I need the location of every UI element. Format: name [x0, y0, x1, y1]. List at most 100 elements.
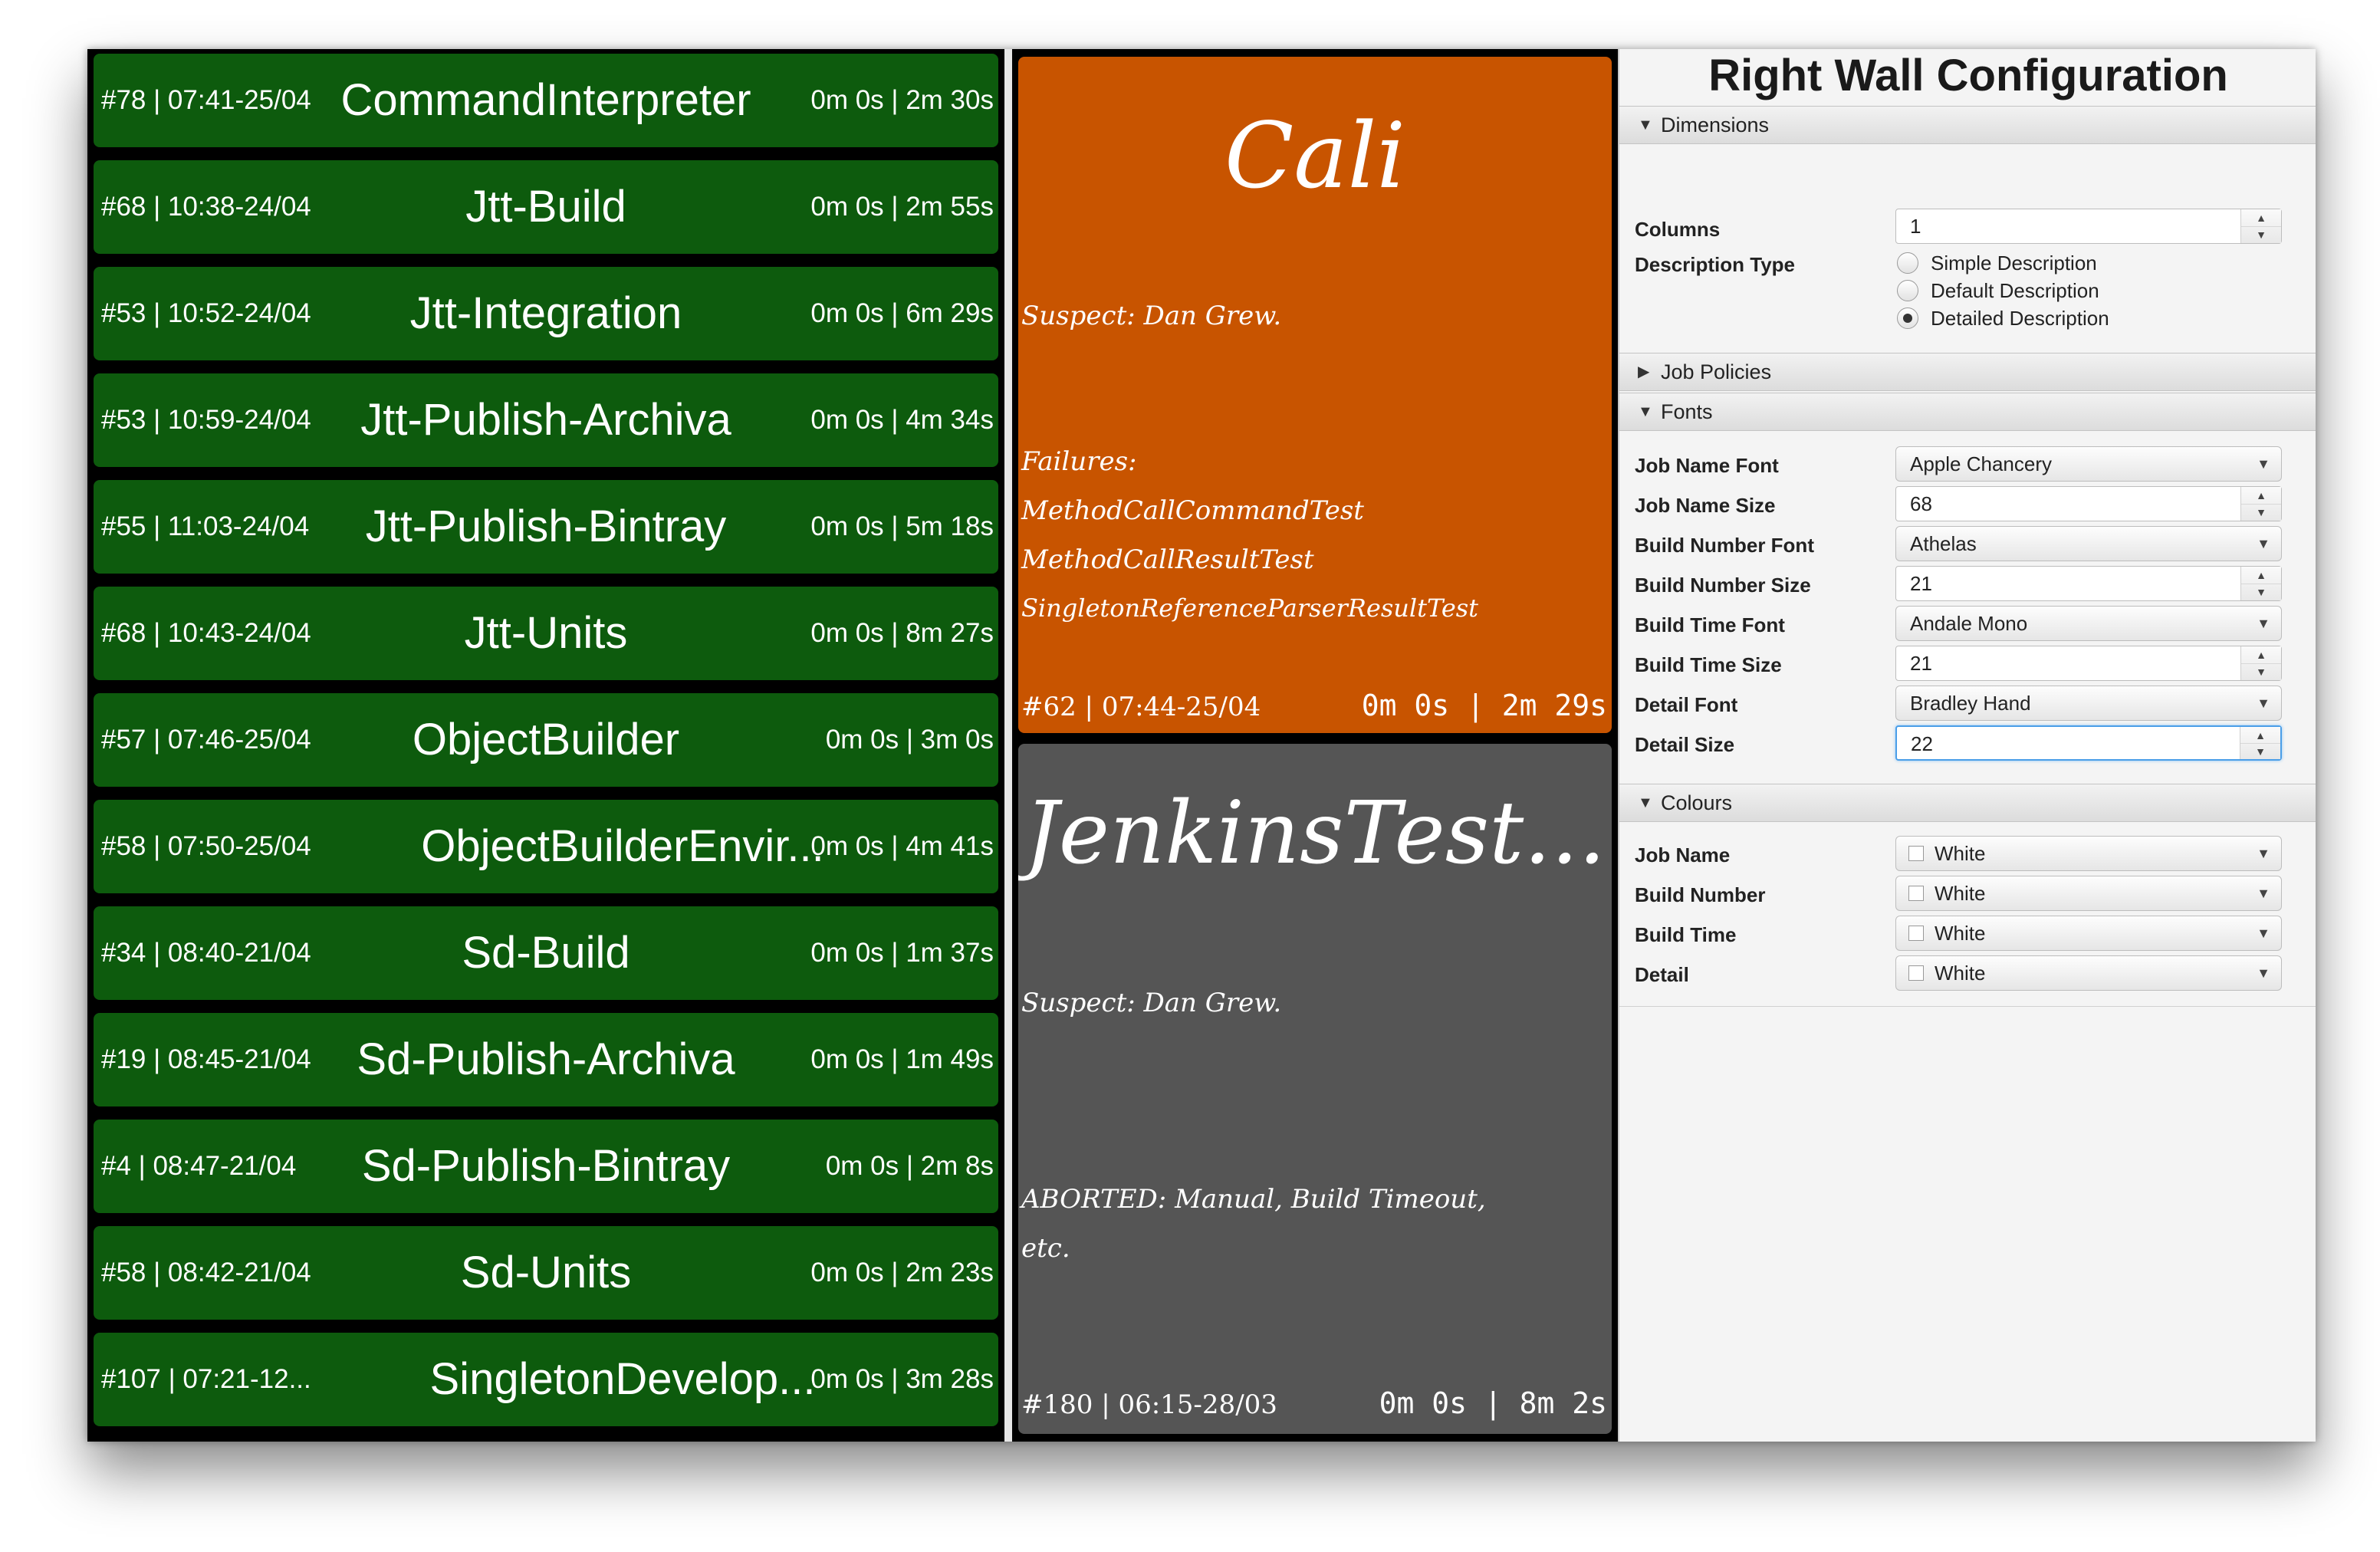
- job-row[interactable]: #55 | 11:03-24/04 Jtt-Publish-Bintray 0m…: [94, 480, 998, 574]
- job-row[interactable]: #107 | 07:21-12... SingletonDevelop... 0…: [94, 1333, 998, 1426]
- triangle-right-icon: ▶: [1638, 363, 1650, 380]
- job-name-font-label: Job Name Font: [1635, 454, 1779, 477]
- colour-swatch: [1908, 886, 1924, 901]
- build-number: #58 | 07:50-25/04: [101, 831, 311, 861]
- job-row[interactable]: #53 | 10:59-24/04 Jtt-Publish-Archiva 0m…: [94, 373, 998, 467]
- job-row[interactable]: #58 | 08:42-21/04 Sd-Units 0m 0s | 2m 23…: [94, 1226, 998, 1320]
- columns-spinner[interactable]: 1 ▲ ▼: [1895, 209, 2282, 244]
- select-value: White: [1935, 922, 1986, 945]
- chevron-down-icon: ▼: [2257, 456, 2270, 472]
- tile-aborted-reason: ABORTED: Manual, Build Timeout,: [1021, 1184, 1486, 1215]
- triangle-down-icon: ▼: [1638, 794, 1653, 811]
- job-row[interactable]: #68 | 10:43-24/04 Jtt-Units 0m 0s | 8m 2…: [94, 587, 998, 680]
- job-row[interactable]: #68 | 10:38-24/04 Jtt-Build 0m 0s | 2m 5…: [94, 160, 998, 254]
- build-time-colour-select[interactable]: White ▼: [1895, 916, 2282, 951]
- job-name-size-label: Job Name Size: [1635, 494, 1776, 517]
- section-colours-header[interactable]: ▼ Colours: [1619, 784, 2316, 822]
- chevron-down-icon: ▼: [2257, 965, 2270, 981]
- tile-failure-item: MethodCallCommandTest: [1021, 495, 1364, 526]
- build-number: #53 | 10:52-24/04: [101, 298, 311, 328]
- detail-font-label: Detail Font: [1635, 693, 1738, 716]
- decrement-button[interactable]: ▼: [2241, 663, 2281, 680]
- radio-label: Simple Description: [1931, 252, 2097, 275]
- wall-divider: [1004, 49, 1012, 1442]
- description-type-label: Description Type: [1635, 253, 1796, 276]
- up-down-arrows-icon[interactable]: ▲ ▼: [2240, 646, 2281, 680]
- build-time: 0m 0s | 5m 18s: [810, 511, 994, 541]
- increment-button[interactable]: ▲: [2241, 646, 2281, 664]
- section-dimensions-body: Columns 1 ▲ ▼ Description Type Simple De…: [1619, 144, 2316, 348]
- decrement-button[interactable]: ▼: [2241, 226, 2281, 243]
- job-row[interactable]: #34 | 08:40-21/04 Sd-Build 0m 0s | 1m 37…: [94, 906, 998, 1000]
- tile-suspect: Suspect: Dan Grew.: [1021, 301, 1282, 331]
- chevron-down-icon: ▼: [2257, 616, 2270, 631]
- tile-job-name: JenkinsTest...: [1024, 784, 1606, 883]
- select-value: Andale Mono: [1910, 612, 2028, 635]
- build-number-size-spinner[interactable]: 21 ▲ ▼: [1895, 566, 2282, 601]
- radio-button[interactable]: [1897, 252, 1918, 274]
- decrement-button[interactable]: ▼: [2240, 743, 2280, 759]
- build-time-size-spinner[interactable]: 21 ▲ ▼: [1895, 646, 2282, 681]
- job-tile-cali[interactable]: Cali Suspect: Dan Grew. Failures: Method…: [1018, 57, 1612, 733]
- tile-suspect: Suspect: Dan Grew.: [1021, 988, 1282, 1018]
- build-number: #34 | 08:40-21/04: [101, 938, 311, 968]
- job-tile-jenkinstest[interactable]: JenkinsTest... Suspect: Dan Grew. ABORTE…: [1018, 744, 1612, 1434]
- job-row[interactable]: #58 | 07:50-25/04 ObjectBuilderEnvir... …: [94, 800, 998, 893]
- radio-button[interactable]: [1897, 280, 1918, 301]
- build-number: #19 | 08:45-21/04: [101, 1044, 311, 1074]
- spinner-value: 22: [1911, 732, 1933, 755]
- increment-button[interactable]: ▲: [2240, 727, 2280, 744]
- tile-failure-item: MethodCallResultTest: [1021, 544, 1314, 575]
- build-number-colour-label: Build Number: [1635, 883, 1766, 906]
- section-job-policies-header[interactable]: ▶ Job Policies: [1619, 353, 2316, 391]
- job-row[interactable]: #78 | 07:41-25/04 CommandInterpreter 0m …: [94, 54, 998, 147]
- job-name-font-select[interactable]: Apple Chancery ▼: [1895, 446, 2282, 482]
- build-number: #78 | 07:41-25/04: [101, 85, 311, 115]
- colour-swatch: [1908, 926, 1924, 941]
- section-fonts-header[interactable]: ▼ Fonts: [1619, 393, 2316, 431]
- job-row[interactable]: #53 | 10:52-24/04 Jtt-Integration 0m 0s …: [94, 267, 998, 360]
- build-time-font-select[interactable]: Andale Mono ▼: [1895, 606, 2282, 641]
- build-number-colour-select[interactable]: White ▼: [1895, 876, 2282, 911]
- job-row[interactable]: #19 | 08:45-21/04 Sd-Publish-Archiva 0m …: [94, 1013, 998, 1106]
- spinner-value: 21: [1910, 572, 1932, 595]
- detail-font-select[interactable]: Bradley Hand ▼: [1895, 686, 2282, 721]
- build-time-size-label: Build Time Size: [1635, 653, 1782, 676]
- section-dimensions-header[interactable]: ▼ Dimensions: [1619, 106, 2316, 144]
- job-row[interactable]: #57 | 07:46-25/04 ObjectBuilder 0m 0s | …: [94, 693, 998, 787]
- decrement-button[interactable]: ▼: [2241, 504, 2281, 521]
- build-number-font-select[interactable]: Athelas ▼: [1895, 526, 2282, 561]
- increment-button[interactable]: ▲: [2241, 487, 2281, 505]
- radio-button-selected[interactable]: [1897, 307, 1918, 329]
- job-name-colour-select[interactable]: White ▼: [1895, 836, 2282, 871]
- job-row[interactable]: #4 | 08:47-21/04 Sd-Publish-Bintray 0m 0…: [94, 1120, 998, 1213]
- build-number: #107 | 07:21-12...: [101, 1364, 311, 1394]
- up-down-arrows-icon[interactable]: ▲ ▼: [2240, 487, 2281, 521]
- job-name-size-spinner[interactable]: 68 ▲ ▼: [1895, 486, 2282, 521]
- columns-label: Columns: [1635, 218, 1721, 241]
- tile-failure-item: SingletonReferenceParserResultTest: [1021, 594, 1479, 623]
- build-number: #55 | 11:03-24/04: [101, 511, 310, 541]
- build-number: #57 | 07:46-25/04: [101, 725, 311, 755]
- up-down-arrows-icon[interactable]: ▲ ▼: [2240, 727, 2280, 759]
- up-down-arrows-icon[interactable]: ▲ ▼: [2240, 209, 2281, 243]
- up-down-arrows-icon[interactable]: ▲ ▼: [2240, 567, 2281, 600]
- section-title: Fonts: [1661, 400, 1713, 423]
- tile-build-time: 0m 0s | 2m 29s: [1361, 689, 1607, 722]
- increment-button[interactable]: ▲: [2241, 567, 2281, 584]
- triangle-down-icon: ▼: [1638, 403, 1653, 420]
- detail-size-spinner[interactable]: 22 ▲ ▼: [1895, 725, 2282, 761]
- detail-colour-select[interactable]: White ▼: [1895, 955, 2282, 991]
- chevron-down-icon: ▼: [2257, 536, 2270, 551]
- decrement-button[interactable]: ▼: [2241, 584, 2281, 600]
- increment-button[interactable]: ▲: [2241, 209, 2281, 227]
- colour-swatch: [1908, 965, 1924, 981]
- section-title: Dimensions: [1661, 113, 1770, 136]
- build-number: #68 | 10:38-24/04: [101, 192, 311, 222]
- radio-label: Default Description: [1931, 279, 2099, 302]
- colour-swatch: [1908, 846, 1924, 861]
- spinner-value: 21: [1910, 652, 1932, 675]
- spinner-value: 68: [1910, 492, 1932, 515]
- build-time: 0m 0s | 3m 0s: [825, 725, 994, 755]
- build-time: 0m 0s | 4m 34s: [810, 405, 994, 435]
